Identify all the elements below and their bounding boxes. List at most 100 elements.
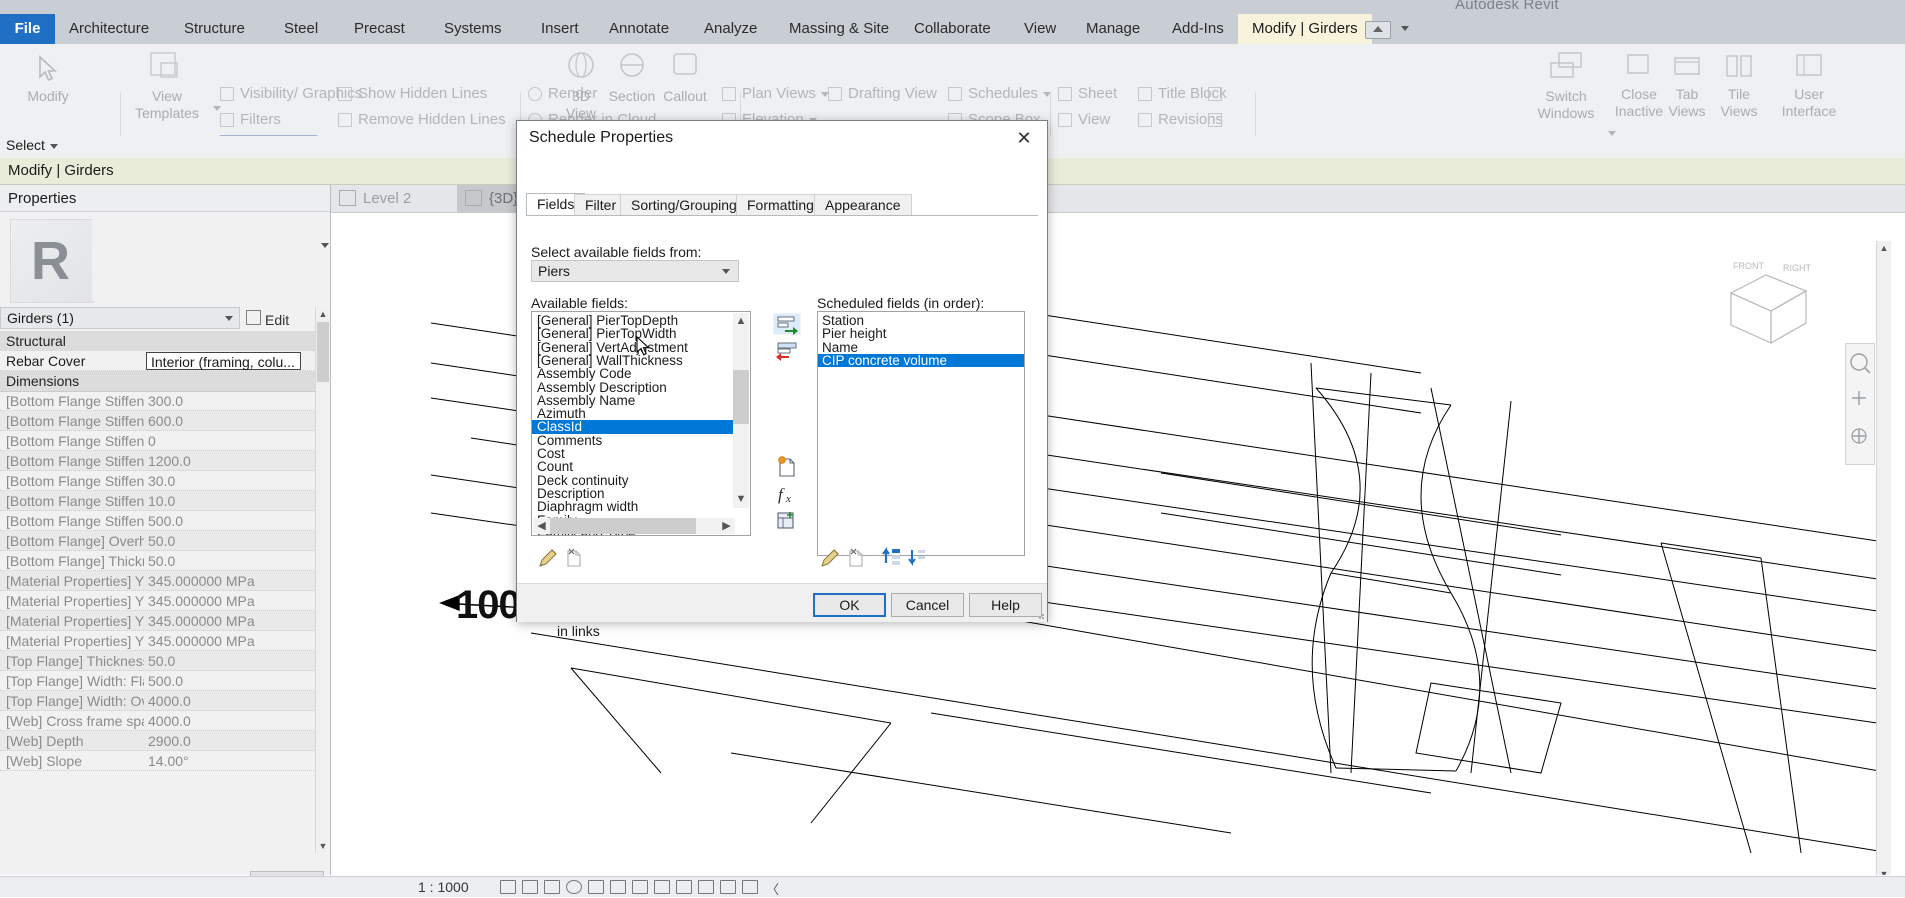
property-row[interactable]: [Web] Slope 14.00°: [0, 751, 316, 771]
ribbon-tab-architecture[interactable]: Architecture: [55, 14, 163, 44]
ribbon-tab-insert[interactable]: Insert: [527, 14, 593, 44]
filters-button[interactable]: Filters: [220, 110, 281, 130]
show-hidden-lines-button[interactable]: Show Hidden Lines: [338, 84, 487, 104]
property-row[interactable]: [Bottom Flange Stiffene...500.0: [0, 511, 316, 531]
scroll-right-icon[interactable]: ▶: [718, 518, 735, 534]
list-item[interactable]: [General] VertAdjustment: [532, 340, 736, 354]
list-item[interactable]: Deck continuity: [532, 473, 736, 487]
close-icon[interactable]: ✕: [1001, 121, 1047, 155]
view-reference-button[interactable]: [1208, 110, 1228, 130]
list-item[interactable]: [General] PierTopDepth: [532, 314, 736, 328]
modify-button[interactable]: Modify: [8, 54, 88, 105]
scale-settings-icon[interactable]: [500, 880, 516, 894]
status-bar-expand-chevron-icon[interactable]: 〈: [766, 879, 779, 898]
available-list-horizontal-scrollbar[interactable]: ◀ ▶: [533, 518, 735, 534]
property-row[interactable]: [Bottom Flange] Overh... 50.0: [0, 531, 316, 551]
ribbon-tab-precast[interactable]: Precast: [340, 14, 419, 44]
lock-3d-view-icon[interactable]: [676, 880, 692, 894]
tab-views-button[interactable]: Tab Views: [1660, 50, 1714, 120]
select-dropdown[interactable]: Select: [6, 137, 58, 153]
properties-vertical-scrollbar[interactable]: ▲ ▼: [315, 307, 330, 853]
ribbon-tab-massing-and-site[interactable]: Massing & Site: [775, 14, 903, 44]
ok-button[interactable]: OK: [813, 593, 886, 617]
detail-level-icon[interactable]: [522, 880, 538, 894]
list-item[interactable]: [General] PierTopWidth: [532, 327, 736, 341]
list-item[interactable]: Comments: [532, 433, 736, 447]
scroll-down-icon[interactable]: ▼: [733, 491, 749, 508]
property-row[interactable]: [Bottom Flange Stiffene...300.0: [0, 391, 316, 411]
rebar-cover-input[interactable]: Interior (framing, colu...: [146, 352, 301, 370]
dialog-titlebar[interactable]: Schedule Properties ✕: [517, 121, 1047, 155]
properties-thumbnail-chevron-down-icon[interactable]: [321, 243, 329, 248]
ribbon-tab-modify-girders[interactable]: Modify | Girders: [1238, 14, 1372, 44]
view-tab-level-2[interactable]: Level 2: [331, 185, 423, 212]
callout-button[interactable]: Callout: [654, 50, 716, 105]
ribbon-tab-systems[interactable]: Systems: [430, 14, 516, 44]
view-button[interactable]: View: [1058, 110, 1110, 130]
calculated-value-button[interactable]: f x: [775, 482, 799, 506]
property-row[interactable]: [Top Flange] Width: Ov... 4000.0: [0, 691, 316, 711]
add-field-button[interactable]: [773, 313, 801, 335]
property-row[interactable]: [Web] Depth 2900.0: [0, 731, 316, 751]
user-interface-button[interactable]: User Interface: [1778, 50, 1840, 120]
ribbon-tab-structure[interactable]: Structure: [170, 14, 259, 44]
reveal-hidden-elements-icon[interactable]: [720, 880, 736, 894]
move-field-down-button[interactable]: [907, 546, 929, 568]
scroll-left-icon[interactable]: ◀: [533, 518, 550, 534]
list-item[interactable]: Name: [818, 340, 1024, 354]
list-item[interactable]: Station: [818, 314, 1024, 328]
property-row[interactable]: [Bottom Flange Stiffene...600.0: [0, 411, 316, 431]
scrollbar-thumb[interactable]: [317, 322, 329, 382]
render-settings-icon[interactable]: [610, 880, 626, 894]
show-crop-region-icon[interactable]: [654, 880, 670, 894]
list-item[interactable]: Count: [532, 460, 736, 474]
scroll-up-icon[interactable]: ▲: [316, 307, 330, 321]
list-item[interactable]: Pier height: [818, 327, 1024, 341]
available-list-vertical-scrollbar[interactable]: ▲ ▼: [733, 313, 749, 508]
view-vertical-scrollbar[interactable]: ▲ ▼: [1876, 241, 1891, 875]
field-source-dropdown[interactable]: Piers: [531, 260, 739, 282]
view-templates-button[interactable]: View Templates: [128, 50, 206, 122]
list-item[interactable]: Description: [532, 486, 736, 500]
edit-scheduled-field-button[interactable]: [819, 547, 841, 569]
dialog-tab-formatting[interactable]: Formatting: [736, 194, 825, 216]
delete-available-field-button[interactable]: [563, 547, 585, 569]
property-group-structural[interactable]: Structural ^: [0, 331, 330, 352]
list-item[interactable]: Cost: [532, 447, 736, 461]
cancel-button[interactable]: Cancel: [891, 593, 964, 617]
property-row[interactable]: [Bottom Flange Stiffene...10.0: [0, 491, 316, 511]
list-item[interactable]: Assembly Code: [532, 367, 736, 381]
property-row[interactable]: [Top Flange] Thickness: ...50.0: [0, 651, 316, 671]
navigation-bar[interactable]: [1845, 343, 1875, 465]
dialog-tab-appearance[interactable]: Appearance: [814, 194, 912, 216]
view-scale-label[interactable]: 1 : 1000: [418, 879, 469, 895]
list-item[interactable]: Diaphragm width: [532, 500, 736, 514]
list-item[interactable]: Assembly Name: [532, 393, 736, 407]
property-row[interactable]: [Material Properties] Yi... 345.000000 MP…: [0, 571, 316, 591]
shadows-icon[interactable]: [588, 880, 604, 894]
move-field-up-button[interactable]: [881, 546, 903, 568]
remove-hidden-lines-button[interactable]: Remove Hidden Lines: [338, 110, 506, 130]
property-row[interactable]: [Bottom Flange Stiffene...1200.0: [0, 451, 316, 471]
help-button[interactable]: Help: [969, 593, 1042, 617]
scroll-up-icon[interactable]: ▲: [1877, 241, 1891, 255]
ribbon-tab-manage[interactable]: Manage: [1072, 14, 1154, 44]
ribbon-tab-analyze[interactable]: Analyze: [690, 14, 771, 44]
list-item-selected[interactable]: ClassId: [532, 420, 733, 434]
property-row[interactable]: [Material Properties] Yi... 345.000000 MP…: [0, 611, 316, 631]
property-row[interactable]: [Bottom Flange Stiffene...30.0: [0, 471, 316, 491]
property-row[interactable]: [Bottom Flange] Thickn...50.0: [0, 551, 316, 571]
schedules-button[interactable]: Schedules: [948, 84, 1052, 104]
combine-parameters-button[interactable]: [775, 509, 799, 533]
scrollbar-thumb[interactable]: [550, 518, 696, 534]
crop-view-icon[interactable]: [632, 880, 648, 894]
scrollbar-thumb[interactable]: [733, 370, 749, 424]
ribbon-options-chevron-down-icon[interactable]: [1401, 26, 1409, 31]
ribbon-tab-collaborate[interactable]: Collaborate: [900, 14, 1005, 44]
switch-windows-button[interactable]: Switch Windows: [1525, 50, 1607, 122]
ribbon-minimize-icon[interactable]: [1365, 21, 1391, 39]
list-item-selected[interactable]: CIP concrete volume: [818, 353, 1024, 367]
sheet-button[interactable]: Sheet: [1058, 84, 1117, 104]
edit-available-field-button[interactable]: [537, 547, 559, 569]
ribbon-tab-file[interactable]: File: [0, 14, 55, 44]
